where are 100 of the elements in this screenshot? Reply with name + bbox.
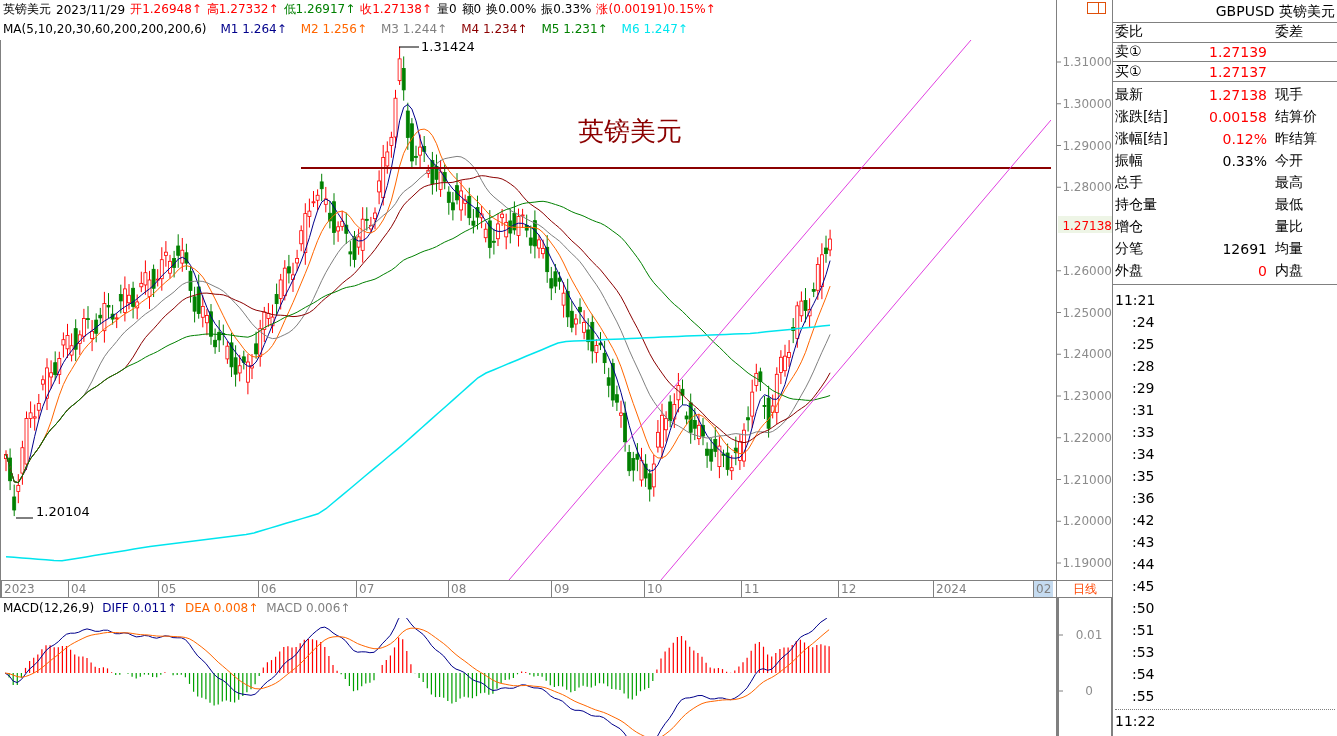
field-label: 现手 xyxy=(1274,86,1304,104)
price-axis-label: 1.28000 xyxy=(1062,180,1112,195)
indicator-title: MA(5,10,20,30,60,200,200,200,6) xyxy=(3,21,207,36)
price-axis-label: 1.22000 xyxy=(1062,430,1112,445)
field-label: 委比 xyxy=(1115,23,1144,42)
field-label: 涨跌[结] xyxy=(1115,108,1169,126)
field-label: 结算价 xyxy=(1274,108,1318,126)
price-axis-label: 1.26000 xyxy=(1062,263,1112,278)
period-tab[interactable]: 日线 xyxy=(1057,580,1113,598)
tick-time: 11:22 xyxy=(1115,713,1156,729)
price-axis-label: 1.23000 xyxy=(1062,389,1112,403)
month-label: 12 xyxy=(838,581,859,597)
macd-axis-label: 0 xyxy=(1085,684,1093,698)
tick-time: :45 xyxy=(1132,578,1155,594)
tick-time: :44 xyxy=(1132,556,1155,572)
tick-time: 11:21 xyxy=(1115,292,1156,308)
tick-time: :36 xyxy=(1132,490,1155,506)
tick-time: :54 xyxy=(1132,666,1155,682)
field-label: 涨幅[结] xyxy=(1115,130,1169,148)
field-label: 总手 xyxy=(1115,174,1144,192)
quote-value: 开1.26948↑ xyxy=(130,1,202,18)
indicator-value: DIFF 0.011↑ xyxy=(102,601,177,615)
indicator-value: DEA 0.008↑ xyxy=(184,601,259,615)
indicator-value: MACD(12,26,9) xyxy=(3,601,95,615)
tick-time: :35 xyxy=(1132,468,1155,484)
field-value: 0.00158 xyxy=(1208,109,1268,125)
indicator-value: M6 1.247↑ xyxy=(621,21,688,36)
tick-time: :31 xyxy=(1132,402,1155,418)
tick-time: :53 xyxy=(1132,644,1155,660)
indicator-value: M1 1.264↑ xyxy=(220,21,287,36)
field-label: 今开 xyxy=(1274,152,1304,170)
quote-value: 收1.27138↑ xyxy=(360,1,432,18)
month-label: 06 xyxy=(258,581,279,597)
price-axis-label: 1.19000 xyxy=(1062,556,1112,570)
price-axis-label: 1.30000 xyxy=(1062,96,1112,111)
tick-time: :29 xyxy=(1132,380,1155,396)
field-value: 1.27139 xyxy=(1208,44,1268,60)
price-axis-label: 1.25000 xyxy=(1062,305,1112,320)
month-label: 09 xyxy=(551,581,572,597)
field-label: 量比 xyxy=(1274,218,1304,236)
quote-value: 低1.26917↑ xyxy=(283,1,356,18)
tick-time: :25 xyxy=(1132,336,1155,352)
tick-time: :43 xyxy=(1132,534,1155,550)
field-value: 12691 xyxy=(1221,241,1268,257)
tick-time: :50 xyxy=(1132,600,1155,616)
field-label: 振幅 xyxy=(1115,152,1144,170)
month-label: 2024 xyxy=(933,581,969,597)
field-label: 最低 xyxy=(1274,196,1304,214)
field-label: 卖① xyxy=(1115,43,1143,61)
month-label: 11 xyxy=(741,581,762,597)
field-label: 均量 xyxy=(1274,240,1304,258)
tick-time: :33 xyxy=(1132,424,1155,440)
field-label: 内盘 xyxy=(1274,262,1304,280)
price-axis-label: 1.31000 xyxy=(1062,55,1112,69)
tick-time: :24 xyxy=(1132,314,1155,330)
tick-time: :42 xyxy=(1132,512,1155,528)
indicator-value: M3 1.244↑ xyxy=(380,21,448,36)
field-value: 0.12% xyxy=(1221,131,1268,147)
price-axis-label: 1.20000 xyxy=(1062,514,1112,529)
field-label: 委差 xyxy=(1274,23,1304,42)
tick-time: :55 xyxy=(1132,688,1155,704)
quote-value: 涨(0.00191)0.15%↑ xyxy=(596,1,716,18)
month-label: 08 xyxy=(448,581,469,597)
field-value: 1.27138 xyxy=(1208,87,1268,103)
quote-value: 振0.33% xyxy=(541,1,592,18)
field-label: 增仓 xyxy=(1115,218,1144,236)
quote-value: 换0.00% xyxy=(486,1,537,18)
macd-axis-label: 0.01 xyxy=(1075,628,1103,642)
month-label: 04 xyxy=(68,581,89,597)
low-price-label: 1.20104 xyxy=(36,504,90,519)
quote-date: 2023/11/29 xyxy=(56,2,126,17)
indicator-value: MACD 0.006↑ xyxy=(266,601,351,615)
indicator-value: M5 1.231↑ xyxy=(541,21,608,36)
tick-time: :34 xyxy=(1132,446,1155,462)
current-price-label: 1.27138 xyxy=(1062,219,1112,233)
month-label: 02 xyxy=(1033,581,1054,597)
field-label: 分笔 xyxy=(1115,240,1144,258)
field-label: 昨结算 xyxy=(1274,130,1318,148)
instrument-name: 英镑美元 xyxy=(3,1,51,18)
price-axis-label: 1.21000 xyxy=(1062,472,1112,487)
quote-value: 额0 xyxy=(461,1,482,18)
price-axis-label: 1.29000 xyxy=(1062,138,1112,153)
quote-value: 量0 xyxy=(436,1,457,18)
month-label: 2023 xyxy=(1,581,37,597)
field-label: 持仓量 xyxy=(1115,196,1158,214)
indicator-value: M4 1.234↑ xyxy=(461,21,528,36)
tick-time: :51 xyxy=(1132,622,1155,638)
field-label: 买① xyxy=(1115,62,1143,81)
field-label: 最新 xyxy=(1115,86,1144,104)
tick-time: :28 xyxy=(1132,358,1155,374)
field-label: 外盘 xyxy=(1115,262,1144,280)
month-label: 10 xyxy=(644,581,665,597)
month-label: 05 xyxy=(158,581,179,597)
chart-title: 英镑美元 xyxy=(578,116,682,146)
panel-title: GBPUSD 英镑美元 xyxy=(1113,0,1337,23)
field-value: 1.27137 xyxy=(1208,63,1268,80)
price-axis-label: 1.24000 xyxy=(1062,347,1112,362)
high-price-label: 1.31424 xyxy=(421,40,475,54)
window-toggle-icon[interactable] xyxy=(1087,2,1107,14)
field-value: 0.33% xyxy=(1221,153,1268,169)
